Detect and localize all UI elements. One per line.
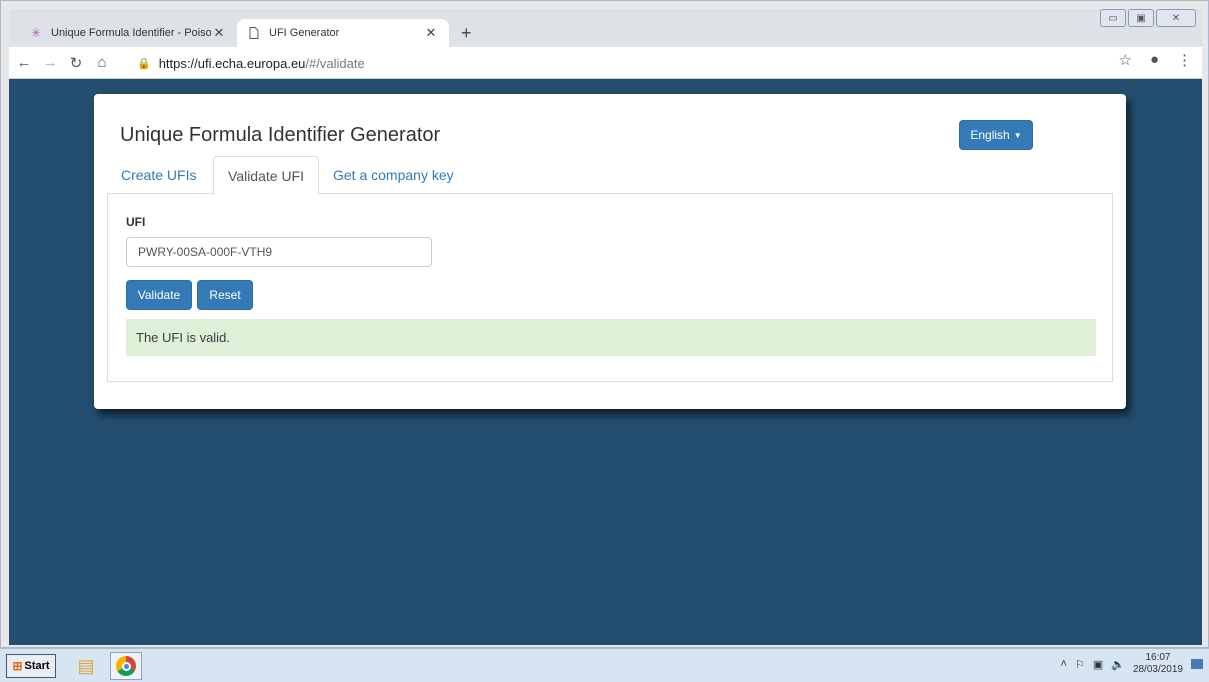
tab-strip: ✳ Unique Formula Identifier - Poison C ✕… [9,9,1202,47]
toolbar-right: ☆ ● ⋮ [1118,51,1192,69]
validate-button[interactable]: Validate [126,280,192,310]
clock-date: 28/03/2019 [1132,664,1183,675]
reload-icon[interactable]: ↻ [65,52,87,74]
close-window-button[interactable]: ✕ [1156,9,1196,27]
clock[interactable]: 16:07 28/03/2019 [1133,652,1183,676]
windows-flag-icon: ⊞ [12,659,23,673]
window-controls: ▭ ▣ ✕ [1098,9,1196,27]
echa-star-icon: ✳ [30,26,42,40]
chrome-icon[interactable] [110,652,142,680]
close-tab-icon[interactable]: ✕ [423,25,439,41]
tab-validate-ufi[interactable]: Validate UFI [213,156,319,195]
url-path: /#/validate [305,55,365,71]
start-button[interactable]: ⊞ Start [6,654,56,678]
network-icon[interactable]: ▣ [1093,658,1103,671]
browser-tab-title: Unique Formula Identifier - Poison C [51,27,211,39]
browser-tab-poison-centres[interactable]: ✳ Unique Formula Identifier - Poison C ✕ [19,19,237,47]
nav-tabs: Create UFIs Validate UFI Get a company k… [107,156,1113,195]
document-icon [247,26,261,40]
browser-tab-ufi-generator[interactable]: UFI Generator ✕ [237,19,449,47]
home-icon[interactable]: ⌂ [91,52,113,74]
forward-arrow-icon[interactable]: → [39,52,61,74]
file-explorer-icon[interactable]: ▤ [70,652,102,680]
language-dropdown[interactable]: English ▼ [959,120,1033,150]
browser-tab-title: UFI Generator [269,27,340,39]
system-tray: ˄ ⚐ ▣ 🔈 16:07 28/03/2019 [1061,652,1203,676]
minimize-button[interactable]: ▭ [1100,9,1126,27]
volume-muted-icon[interactable]: 🔈 [1111,658,1125,671]
bookmark-star-icon[interactable]: ☆ [1118,51,1131,69]
address-bar[interactable]: 🔒 https://ufi.echa.europa.eu/#/validate [137,51,1117,75]
back-arrow-icon[interactable]: ← [13,52,35,74]
language-label: English [970,128,1010,142]
tray-expand-icon[interactable]: ˄ [1061,658,1067,670]
reset-button[interactable]: Reset [197,280,253,310]
browser-window: ✳ Unique Formula Identifier - Poison C ✕… [0,0,1209,648]
lock-icon: 🔒 [137,57,151,70]
ufi-input[interactable] [126,237,432,267]
tab-create-ufis[interactable]: Create UFIs [107,156,210,194]
page-title: Unique Formula Identifier Generator [120,124,441,146]
new-tab-icon[interactable]: + [461,23,472,44]
ufi-label: UFI [126,215,146,229]
caret-down-icon: ▼ [1013,130,1022,140]
start-label: Start [24,660,50,672]
close-tab-icon[interactable]: ✕ [211,25,227,41]
page-content: Unique Formula Identifier Generator Engl… [9,79,1202,645]
taskbar: ⊞ Start ▤ ˄ ⚐ ▣ 🔈 16:07 28/03/2019 [0,648,1209,682]
maximize-button[interactable]: ▣ [1128,9,1154,27]
tab-get-company-key[interactable]: Get a company key [319,156,468,194]
validation-result-alert: The UFI is valid. [126,319,1096,356]
generator-card: Unique Formula Identifier Generator Engl… [94,94,1126,409]
clock-time: 16:07 [1145,652,1171,663]
show-desktop-button[interactable] [1191,659,1203,669]
validate-panel: UFI Validate Reset The UFI is valid. [107,194,1113,382]
action-center-flag-icon[interactable]: ⚐ [1075,658,1085,671]
url-host: https://ufi.echa.europa.eu [158,55,306,71]
menu-dots-icon[interactable]: ⋮ [1177,51,1192,69]
browser-toolbar: ← → ↻ ⌂ 🔒 https://ufi.echa.europa.eu/#/v… [9,47,1202,79]
account-icon[interactable]: ● [1150,51,1159,69]
